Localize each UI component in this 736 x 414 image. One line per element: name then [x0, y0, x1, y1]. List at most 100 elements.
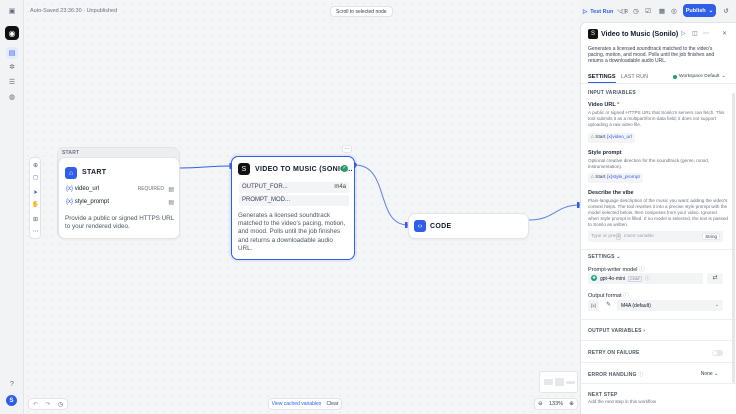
slash-key-icon: / [616, 233, 622, 240]
style-prompt-label: Style prompt [588, 150, 622, 156]
start-var-style-prompt[interactable]: {x} style_prompt ▤ [66, 199, 174, 206]
prompt-writer-label: Prompt-writer model ⓘ [588, 267, 645, 273]
info-icon: ⓘ [645, 276, 651, 282]
status-dot [673, 74, 677, 79]
type-badge: String [702, 233, 720, 240]
panel-scrollbar[interactable] [732, 93, 735, 383]
zoom-level[interactable]: 133% [549, 401, 563, 407]
redo-icon[interactable]: ↷ [45, 401, 50, 408]
history-icon[interactable]: ◷ [58, 401, 63, 408]
model-settings-icon[interactable]: ⇄ [707, 273, 723, 284]
chevron-down-icon: ⌄ [721, 74, 726, 79]
checklist-icon[interactable]: ☑ [643, 6, 653, 16]
type-icon: ▤ [168, 187, 174, 193]
zoom-controls: ⊖ 133% ⊕ [534, 398, 578, 410]
video-to-music-node[interactable]: S VIDEO TO MUSIC (SONIO... ✓ OUTPUT_FOR.… [231, 156, 355, 260]
share-icon[interactable]: ◎ [669, 6, 679, 16]
publish-button[interactable]: Publish ⌄ [683, 4, 716, 17]
v2m-node-description: Generates a licensed soundtrack matched … [238, 212, 346, 252]
next-step-description: Add the next step in this workflow [588, 399, 657, 404]
style-prompt-help: Optional creative direction for the soun… [588, 158, 710, 169]
output-format-select[interactable]: M4A (default) ⌄ [617, 300, 723, 311]
edit-icon[interactable]: ✎ [603, 300, 614, 311]
code-node-title: CODE [430, 223, 452, 230]
type-icon: ▤ [168, 200, 174, 206]
video-url-help: A public or signed HTTPS URL that Sonilo… [588, 110, 725, 127]
variable-icon: {x} [66, 186, 74, 192]
v2m-param-prompt-model: PROMPT_MOD... [239, 195, 349, 206]
prompt-writer-model-select[interactable]: ✺ gpt-4o-mini CHAT ⓘ [588, 273, 703, 284]
minimap[interactable] [539, 371, 578, 393]
canvas-tool-palette: ⊕ ◻ ➤ ✋ ⊞ ⋯ [29, 157, 41, 239]
info-icon: ⓘ [638, 372, 644, 378]
chevron-down-icon: ⌄ [616, 254, 621, 260]
undo-redo-bar: ↶ ↷ ◷ [28, 398, 68, 410]
input-variables-header: INPUT VARIABLES [588, 90, 636, 96]
chevron-down-icon: ⌄ [714, 371, 719, 377]
more-icon[interactable]: ⋯ [32, 228, 39, 235]
start-node-description: Provide a public or signed HTTPS URL to … [65, 215, 174, 231]
settings-header[interactable]: SETTINGS ⌄ [588, 254, 621, 260]
code-icon: ‹› [414, 220, 426, 232]
retry-toggle[interactable] [712, 350, 723, 356]
stop-icon[interactable]: ◻ [619, 6, 629, 16]
code-node[interactable]: ‹› CODE [408, 213, 529, 239]
pointer-icon[interactable]: ➤ [32, 189, 39, 196]
retry-on-failure-label: RETRY ON FAILURE [588, 350, 640, 356]
video-url-variable-chip[interactable]: ⌂ Start {x}video_url [588, 133, 635, 143]
v2m-param-output-format: OUTPUT_FOR... m4a [239, 182, 349, 193]
panel-title: Video to Music (Sonilo) [601, 31, 679, 38]
chevron-right-icon: › [643, 328, 646, 334]
next-step-title: NEXT STEP [588, 392, 618, 398]
more-options-icon[interactable]: ⋯ [703, 30, 709, 37]
run-step-icon[interactable]: ▷ [681, 30, 686, 37]
tab-settings[interactable]: SETTINGS [588, 74, 616, 80]
zoom-out-icon[interactable]: ⊖ [538, 401, 543, 407]
organize-icon[interactable]: ⊞ [32, 216, 39, 223]
edge-start-to-v2m [179, 165, 232, 169]
play-icon: ▷ [583, 8, 588, 15]
start-node-title: START [82, 169, 107, 176]
variable-icon: {x} [66, 199, 74, 205]
note-icon[interactable]: ◻ [32, 174, 39, 181]
node-more-button[interactable]: … [342, 145, 352, 153]
sonilo-icon: S [588, 29, 598, 39]
start-var-video-url[interactable]: {x} video_url REQUIRED ▤ [66, 186, 174, 193]
openai-icon: ✺ [591, 275, 597, 281]
edge-v2m-to-code [354, 164, 409, 226]
version-history-icon[interactable]: ↺ [721, 6, 731, 16]
clear-button[interactable]: Clear [326, 401, 338, 407]
node-settings-panel: S Video to Music (Sonilo) ▷ ◫ ⋯ ✕ Genera… [580, 22, 736, 414]
undo-icon[interactable]: ↶ [33, 401, 38, 408]
style-prompt-variable-chip[interactable]: ⌂ Start {x}style_prompt [588, 173, 643, 183]
features-icon[interactable]: ▦ [657, 6, 667, 16]
view-cached-variables-link[interactable]: View cached variables [272, 401, 322, 407]
workspace-selector[interactable]: Workspace Default ⌄ [673, 74, 725, 79]
zoom-in-icon[interactable]: ⊕ [569, 401, 574, 407]
start-node-icon: ⌂ [591, 175, 594, 180]
start-section-label: START [62, 150, 80, 156]
hand-icon[interactable]: ✋ [32, 201, 39, 208]
panel-description: Generates a licensed soundtrack matched … [588, 46, 715, 65]
output-format-label: Output format ⓘ [588, 293, 629, 299]
variable-mode-button[interactable]: {x} [588, 300, 599, 311]
history-icon[interactable]: ◷ [631, 6, 641, 16]
close-icon[interactable]: ✕ [722, 30, 727, 37]
video-url-label: Video URL * [588, 102, 620, 108]
help-doc-icon[interactable]: ◫ [692, 30, 698, 37]
success-check-icon: ✓ [341, 165, 348, 172]
start-node-icon: ⌂ [591, 135, 594, 140]
chevron-down-icon: ⌄ [708, 7, 714, 14]
start-node-icon: ⌂ [65, 167, 77, 179]
cached-variables-bar: View cached variables Clear [268, 398, 342, 410]
describe-vibe-help: Plain-language description of the music … [588, 198, 728, 227]
tab-last-run[interactable]: LAST RUN [621, 74, 648, 80]
start-node[interactable]: ⌂ START {x} video_url REQUIRED ▤ {x} sty… [58, 157, 180, 239]
output-variables-header[interactable]: OUTPUT VARIABLES › [588, 328, 645, 334]
info-icon: ⓘ [623, 293, 629, 299]
sonilo-icon: S [238, 163, 250, 175]
v2m-node-title: VIDEO TO MUSIC (SONIO... [255, 166, 353, 173]
error-handling-select[interactable]: None ⌄ [696, 369, 723, 379]
describe-vibe-input[interactable]: Type or press / insert variable String [588, 231, 723, 242]
add-node-icon[interactable]: ⊕ [32, 162, 39, 169]
